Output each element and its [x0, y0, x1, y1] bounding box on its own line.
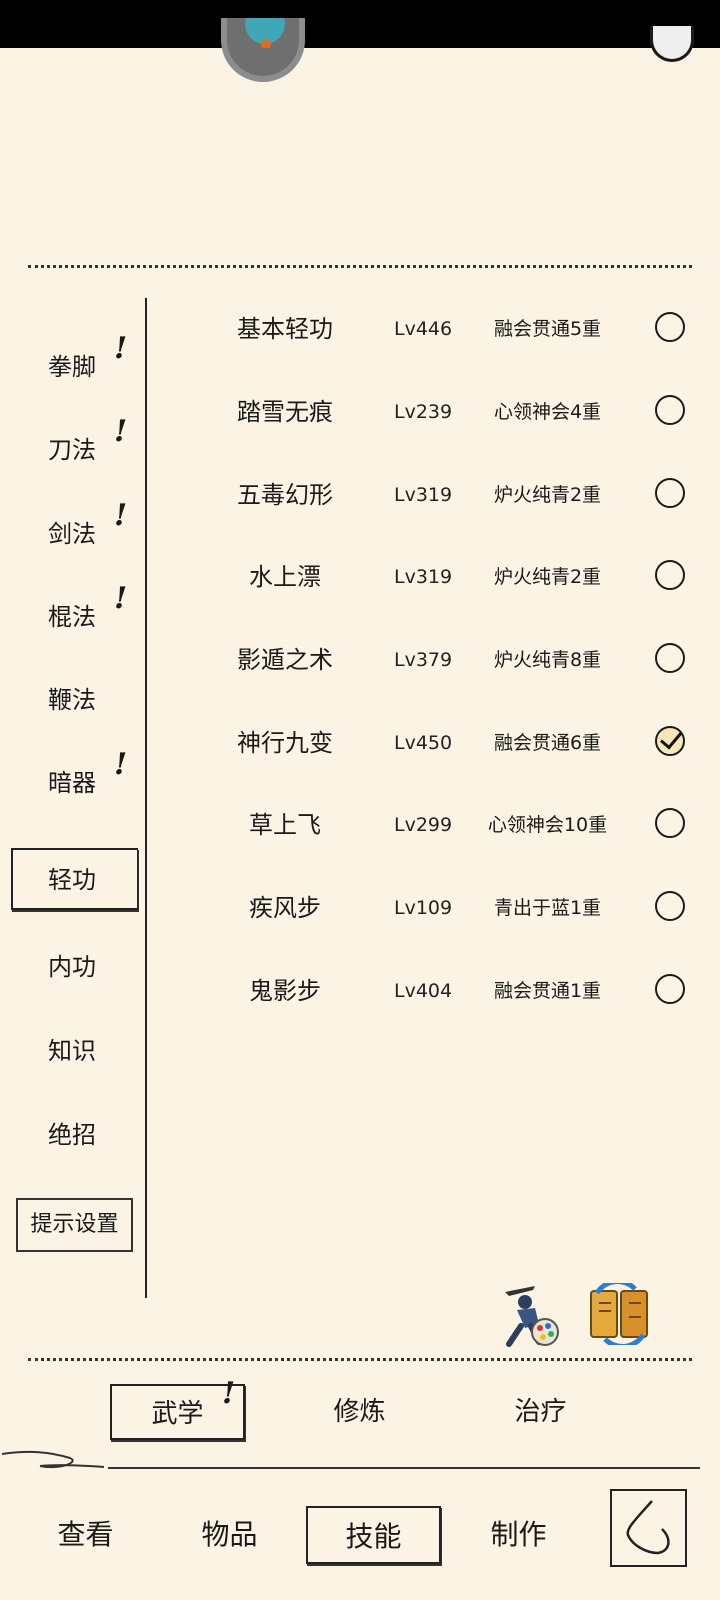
- equip-checkbox[interactable]: [655, 395, 685, 425]
- alert-icon: !: [222, 1376, 236, 1411]
- skill-level: Lv319: [394, 484, 453, 506]
- skill-rank: 青出于蓝1重: [493, 897, 602, 919]
- skill-row[interactable]: 踏雪无痕 Lv239 心领神会4重: [150, 382, 710, 442]
- skill-name: 鬼影步: [249, 977, 321, 1005]
- nav-craft[interactable]: 制作: [451, 1506, 586, 1564]
- alert-icon: !: [114, 414, 128, 449]
- sidebar-item-jianfa[interactable]: 剑法 !: [48, 498, 158, 559]
- tab-xiulian[interactable]: 修炼: [292, 1384, 427, 1440]
- equip-checkbox[interactable]: [655, 478, 685, 508]
- skill-row[interactable]: 水上漂 Lv319 炉火纯青2重: [150, 547, 710, 607]
- ninja-skin-icon[interactable]: [495, 1280, 565, 1350]
- sidebar-item-daofa[interactable]: 刀法 !: [48, 414, 158, 475]
- tab-zhiliao[interactable]: 治疗: [473, 1384, 608, 1440]
- skill-name: 踏雪无痕: [237, 398, 333, 426]
- sidebar-item-quanjiao[interactable]: 拳脚 !: [48, 331, 158, 392]
- skill-name: 草上飞: [249, 811, 321, 839]
- skill-name: 疾风步: [249, 894, 321, 922]
- skill-rank: 融会贯通5重: [493, 318, 602, 340]
- skill-level: Lv239: [394, 401, 453, 423]
- divider-top: [28, 265, 692, 268]
- skill-level: Lv299: [394, 814, 453, 836]
- skill-row[interactable]: 疾风步 Lv109 青出于蓝1重: [150, 878, 710, 938]
- nav-view[interactable]: 查看: [18, 1506, 153, 1564]
- sidebar-item-juezhao[interactable]: 绝招: [48, 1110, 158, 1160]
- skill-level: Lv404: [394, 980, 453, 1002]
- skill-level: Lv379: [394, 649, 453, 671]
- skill-row[interactable]: 神行九变 Lv450 融会贯通6重: [150, 713, 710, 773]
- back-button[interactable]: [610, 1489, 687, 1567]
- help-icon[interactable]: [650, 26, 694, 62]
- nav-items[interactable]: 物品: [162, 1506, 297, 1564]
- skill-name: 五毒幻形: [237, 481, 333, 509]
- equip-checkbox[interactable]: [655, 808, 685, 838]
- skill-rank: 融会贯通1重: [493, 980, 602, 1002]
- skill-rank: 炉火纯青2重: [493, 484, 602, 506]
- skill-rank: 炉火纯青2重: [493, 566, 602, 588]
- skill-row[interactable]: 鬼影步 Lv404 融会贯通1重: [150, 961, 710, 1021]
- equip-checkbox[interactable]: [655, 643, 685, 673]
- sidebar-item-gunfa[interactable]: 棍法 !: [48, 581, 158, 642]
- swirl-decoration: [1, 1450, 104, 1468]
- sidebar-item-neigong[interactable]: 内功: [48, 942, 158, 992]
- skill-row[interactable]: 基本轻功 Lv446 融会贯通5重: [150, 299, 710, 359]
- sidebar-item-zhishi[interactable]: 知识: [48, 1026, 158, 1076]
- skill-rank: 心领神会4重: [493, 401, 602, 423]
- skill-row[interactable]: 草上飞 Lv299 心领神会10重: [150, 795, 710, 855]
- skill-rank: 心领神会10重: [487, 814, 608, 836]
- status-bar: [0, 0, 720, 48]
- alert-icon: !: [114, 581, 128, 616]
- hint-settings-button[interactable]: 提示设置: [16, 1198, 133, 1252]
- back-arrow-icon: [626, 1500, 670, 1555]
- nav-divider: [108, 1467, 700, 1469]
- equip-checkbox[interactable]: [655, 312, 685, 342]
- skill-row[interactable]: 五毒幻形 Lv319 炉火纯青2重: [150, 465, 710, 525]
- skill-name: 神行九变: [237, 729, 333, 757]
- sidebar-item-anqi[interactable]: 暗器 !: [48, 747, 158, 808]
- equip-checkbox[interactable]: [655, 560, 685, 590]
- tab-wuxue[interactable]: 武学 !: [110, 1376, 245, 1440]
- sidebar-item-bianfa[interactable]: 鞭法: [48, 675, 158, 725]
- skill-name: 水上漂: [249, 563, 321, 591]
- skill-level: Lv319: [394, 566, 453, 588]
- nav-skills[interactable]: 技能: [306, 1506, 441, 1564]
- skill-name: 基本轻功: [237, 315, 333, 343]
- skill-row[interactable]: 影遁之术 Lv379 炉火纯青8重: [150, 630, 710, 690]
- pet-avatar[interactable]: [221, 18, 305, 82]
- sidebar-item-qinggong[interactable]: 轻功: [48, 855, 158, 905]
- swap-manual-icon[interactable]: [585, 1283, 655, 1345]
- alert-icon: !: [114, 331, 128, 366]
- skill-rank: 融会贯通6重: [493, 732, 602, 754]
- skill-level: Lv109: [394, 897, 453, 919]
- equip-checkbox[interactable]: [655, 891, 685, 921]
- skill-level: Lv450: [394, 732, 453, 754]
- equip-checkbox-checked[interactable]: [655, 726, 685, 756]
- skill-rank: 炉火纯青8重: [493, 649, 602, 671]
- divider-bottom: [28, 1358, 692, 1361]
- alert-icon: !: [114, 747, 128, 782]
- skill-level: Lv446: [394, 318, 453, 340]
- alert-icon: !: [114, 498, 128, 533]
- equip-checkbox[interactable]: [655, 974, 685, 1004]
- skill-name: 影遁之术: [237, 646, 333, 674]
